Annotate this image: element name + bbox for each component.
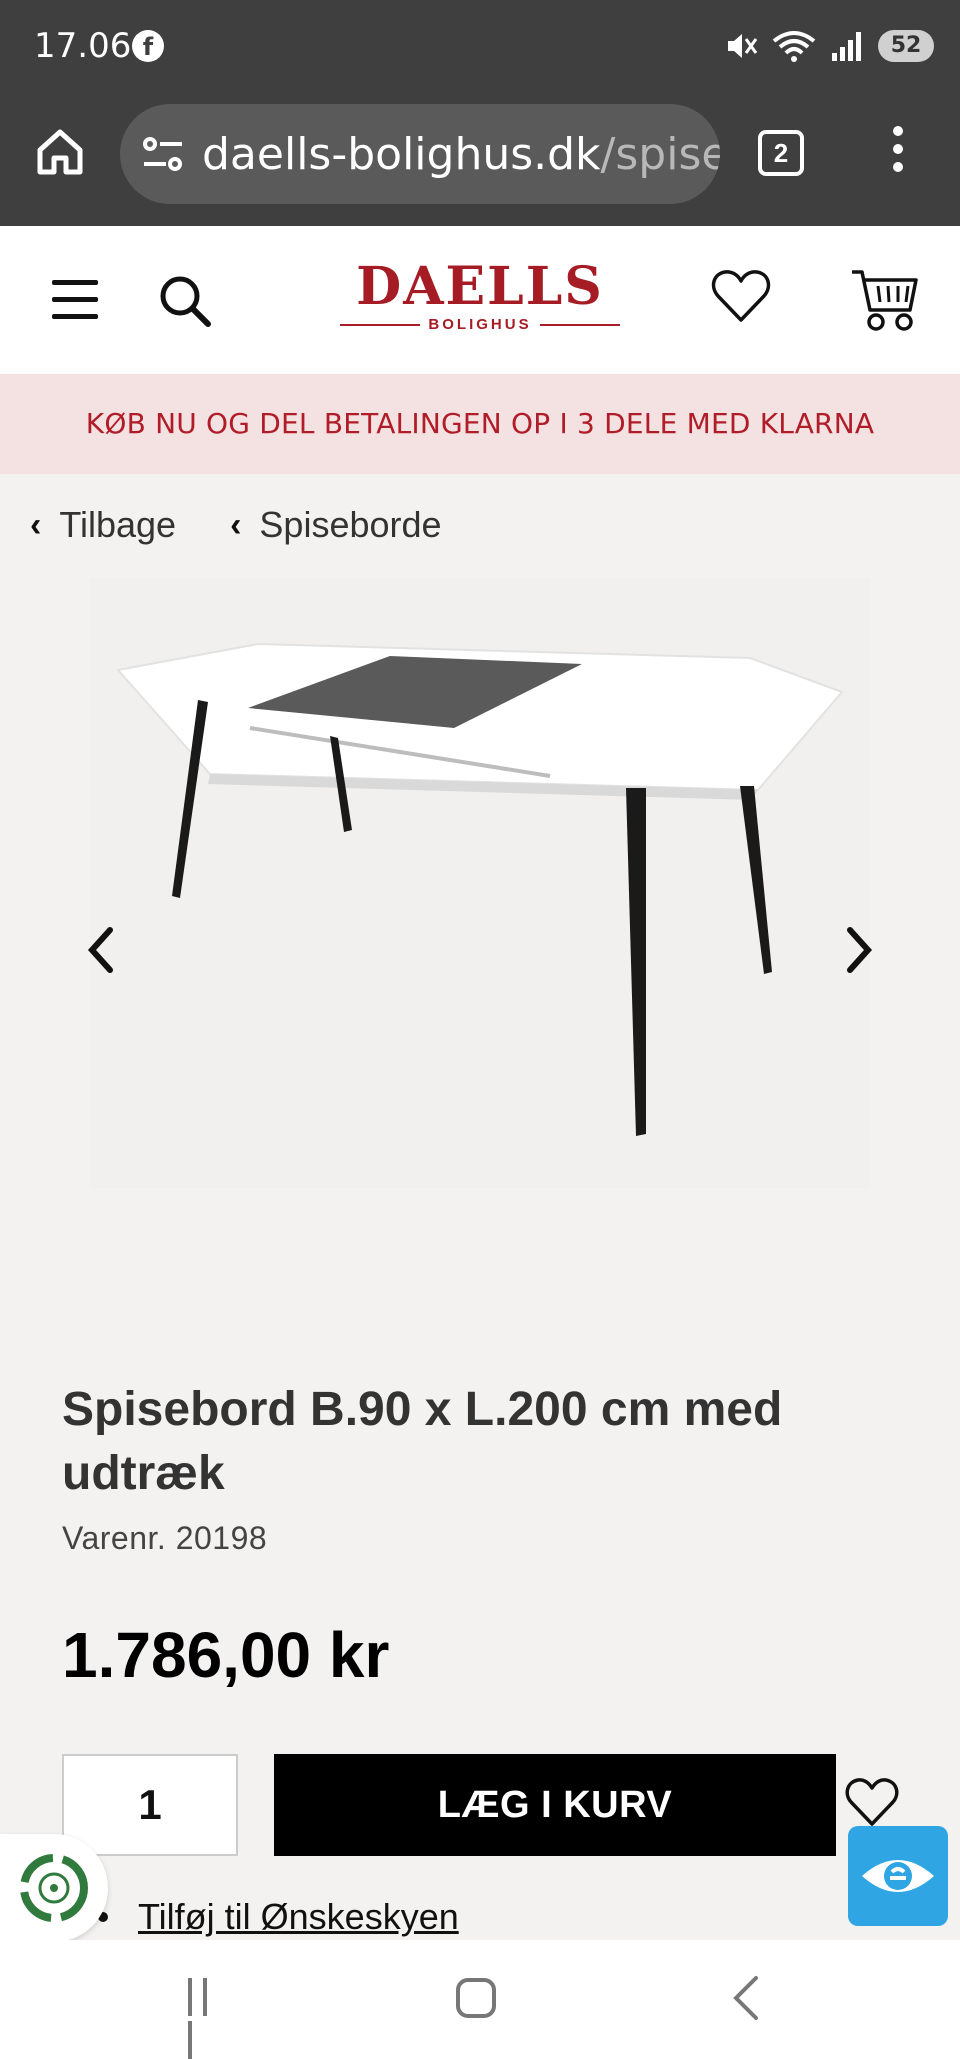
product-price: 1.786,00 kr bbox=[62, 1619, 390, 1691]
gallery-prev-icon[interactable] bbox=[82, 920, 122, 980]
url-path: /spise bbox=[600, 128, 720, 180]
chevron-left-icon: ‹ bbox=[30, 505, 42, 544]
product-image[interactable] bbox=[90, 578, 870, 1188]
mute-icon bbox=[728, 34, 758, 58]
menu-icon[interactable] bbox=[52, 280, 98, 320]
status-indicators: 52 bbox=[724, 26, 934, 66]
battery-indicator: 52 bbox=[878, 30, 934, 62]
accessibility-eye-icon bbox=[862, 1860, 934, 1892]
chevron-left-icon: ‹ bbox=[230, 505, 242, 544]
eco-badge-icon bbox=[20, 1854, 88, 1922]
search-icon[interactable] bbox=[156, 272, 212, 328]
recents-icon[interactable] bbox=[188, 1978, 228, 2059]
breadcrumb: ‹ Tilbage ‹ Spiseborde bbox=[30, 500, 496, 550]
accessibility-button[interactable] bbox=[848, 1826, 948, 1926]
wifi-icon bbox=[772, 31, 816, 62]
heart-icon[interactable] bbox=[710, 266, 772, 328]
status-bar: 17.06 f 52 bbox=[0, 0, 960, 92]
signal-icon bbox=[832, 32, 861, 61]
site-header: DAELLS BOLIGHUS bbox=[0, 226, 960, 374]
category-link[interactable]: ‹ Spiseborde bbox=[230, 504, 441, 546]
status-time: 17.06 bbox=[34, 26, 132, 66]
add-to-cart-button[interactable]: LÆG I KURV bbox=[274, 1754, 836, 1856]
product-sku: Varenr. 20198 bbox=[62, 1520, 268, 1556]
facebook-icon: f bbox=[132, 30, 164, 62]
home-icon[interactable] bbox=[34, 126, 86, 178]
address-bar[interactable]: daells-bolighus.dk/spise bbox=[120, 104, 720, 204]
back-icon[interactable] bbox=[728, 1974, 768, 2022]
cart-icon[interactable] bbox=[850, 266, 920, 336]
url-host: daells-bolighus.dk bbox=[202, 128, 601, 180]
klarna-banner[interactable]: KØB NU OG DEL BETALINGEN OP I 3 DELE MED… bbox=[0, 374, 960, 474]
category-link-label: Spiseborde bbox=[259, 504, 442, 545]
url-text: daells-bolighus.dk/spise bbox=[202, 129, 720, 180]
eco-badge[interactable] bbox=[0, 1834, 108, 1942]
logo-sub: BOLIGHUS bbox=[428, 316, 532, 333]
more-menu-icon[interactable] bbox=[886, 126, 910, 182]
tab-switcher-button[interactable]: 2 bbox=[758, 130, 804, 176]
browser-toolbar: daells-bolighus.dk/spise 2 bbox=[0, 92, 960, 226]
heart-icon[interactable] bbox=[844, 1776, 900, 1828]
quantity-input[interactable]: 1 bbox=[62, 1754, 238, 1856]
site-settings-icon[interactable] bbox=[142, 134, 184, 174]
site-logo[interactable]: DAELLS BOLIGHUS bbox=[340, 256, 621, 344]
gallery-next-icon[interactable] bbox=[838, 920, 878, 980]
home-nav-icon[interactable] bbox=[456, 1978, 496, 2018]
product-title: Spisebord B.90 x L.200 cm med udtræk bbox=[62, 1383, 783, 1500]
system-nav-bar bbox=[0, 1940, 960, 2059]
back-link-label: Tilbage bbox=[59, 504, 177, 545]
add-to-wishlist-link[interactable]: Tilføj til Ønskeskyen bbox=[138, 1896, 459, 1938]
logo-main: DAELLS bbox=[356, 256, 604, 317]
back-link[interactable]: ‹ Tilbage bbox=[30, 504, 176, 546]
